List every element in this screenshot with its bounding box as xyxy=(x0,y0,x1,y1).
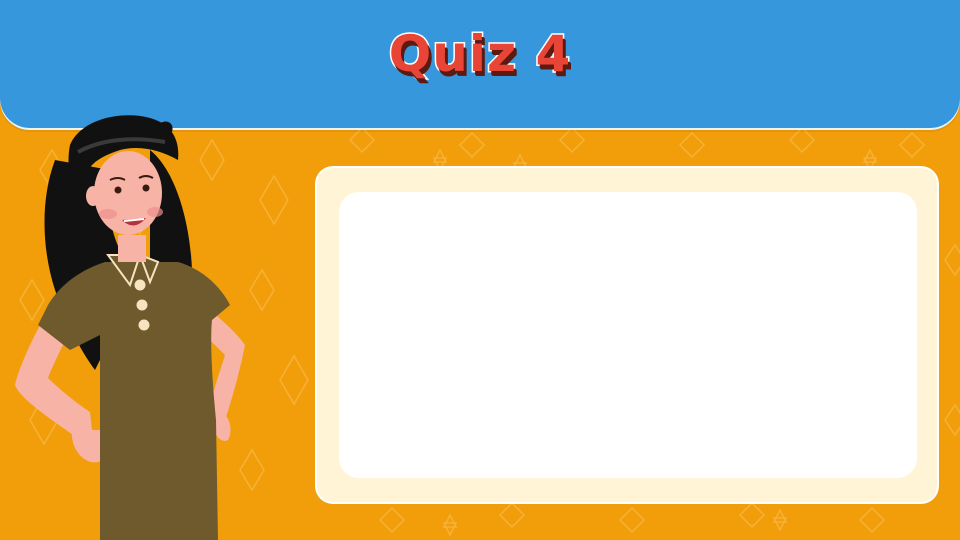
question-card-body xyxy=(339,192,917,478)
header-banner: Quiz 4 xyxy=(0,0,960,128)
question-card xyxy=(317,168,937,502)
quiz-title: Quiz 4 xyxy=(387,24,572,85)
teacher-illustration xyxy=(15,115,245,540)
